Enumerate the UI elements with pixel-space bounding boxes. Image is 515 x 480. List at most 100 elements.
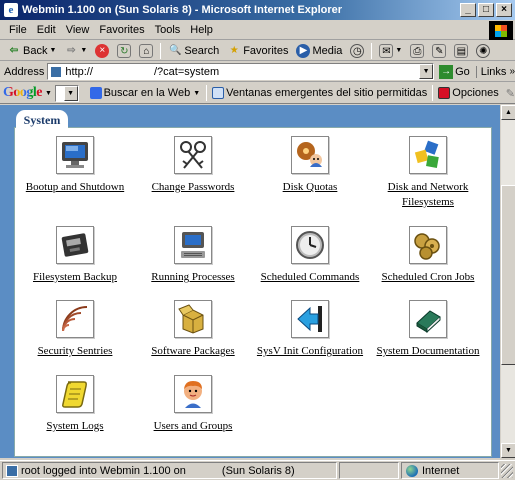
favorites-button[interactable]: ★ Favorites [224, 44, 291, 58]
menu-tools[interactable]: Tools [150, 24, 186, 36]
ie-logo-icon: e [4, 3, 18, 17]
menu-favorites[interactable]: Favorites [94, 24, 149, 36]
back-button[interactable]: ⇦ Back ▼ [4, 44, 59, 58]
discuss-button[interactable]: ▤ [451, 43, 471, 58]
home-button[interactable]: ⌂ [136, 43, 156, 58]
go-button[interactable]: → Go [439, 64, 470, 79]
module-label[interactable]: Scheduled Commands [261, 270, 360, 285]
keys-icon[interactable] [174, 136, 212, 174]
module-label[interactable]: Filesystem Backup [33, 270, 117, 285]
discuss-icon: ▤ [454, 43, 469, 58]
popup-blocker-button[interactable]: Ventanas emergentes del sitio permitidas [209, 87, 430, 99]
module-label[interactable]: Bootup and Shutdown [26, 180, 124, 195]
media-button[interactable]: ▶ Media [293, 43, 345, 58]
monitor-icon[interactable] [56, 136, 94, 174]
scroll-down-button[interactable]: ▼ [501, 443, 515, 458]
mail-dropdown-icon[interactable]: ▼ [395, 47, 402, 54]
module-label[interactable]: System Documentation [377, 344, 480, 359]
module-label[interactable]: Disk and Network Filesystems [373, 180, 483, 210]
scroll-icon[interactable] [56, 375, 94, 413]
module-scheduled-cron-jobs[interactable]: Scheduled Cron Jobs [373, 226, 483, 285]
media-icon: ▶ [296, 43, 311, 58]
vertical-scrollbar[interactable]: ▲ ▼ [500, 105, 515, 458]
module-bootup-and-shutdown[interactable]: Bootup and Shutdown [20, 136, 130, 195]
history-button[interactable]: ◷ [347, 43, 367, 58]
scroll-thumb[interactable] [501, 185, 515, 365]
module-security-sentries[interactable]: Security Sentries [20, 300, 130, 359]
stop-icon: × [95, 43, 110, 58]
minimize-button[interactable]: _ [460, 3, 476, 17]
tab-system[interactable]: System [16, 110, 68, 129]
google-separator [206, 85, 208, 101]
messenger-button[interactable]: ✺ [473, 43, 493, 58]
google-menu-dropdown-icon[interactable]: ▼ [45, 90, 52, 97]
module-system-documentation[interactable]: System Documentation [373, 300, 483, 359]
print-button[interactable]: ⎙ [407, 43, 427, 58]
computer-processes-icon[interactable] [174, 226, 212, 264]
user-face-icon[interactable] [174, 375, 212, 413]
resize-grip[interactable] [501, 463, 513, 478]
refresh-button[interactable]: ↻ [114, 43, 134, 58]
edit-button[interactable]: ✎ [429, 43, 449, 58]
close-button[interactable]: × [496, 3, 512, 17]
module-label[interactable]: Security Sentries [38, 344, 113, 359]
history-icon: ◷ [350, 43, 365, 58]
links-chevron-icon[interactable]: » [509, 66, 515, 77]
search-button[interactable]: 🔍 Search [165, 44, 222, 58]
module-change-passwords[interactable]: Change Passwords [138, 136, 248, 195]
back-dropdown-icon[interactable]: ▼ [49, 47, 56, 54]
stop-button[interactable]: × [92, 43, 112, 58]
google-search-web-button[interactable]: Buscar en la Web [87, 87, 194, 99]
menu-edit[interactable]: Edit [32, 24, 61, 36]
module-system-logs[interactable]: System Logs [20, 375, 130, 434]
signal-waves-icon[interactable] [56, 300, 94, 338]
package-box-icon[interactable] [174, 300, 212, 338]
clock-icon[interactable] [291, 226, 329, 264]
toolbar-separator [371, 42, 373, 59]
address-input[interactable]: http:// /?cat=system ▼ [47, 63, 435, 80]
google-logo[interactable]: Google [3, 85, 43, 101]
module-label[interactable]: Change Passwords [152, 180, 235, 195]
menu-help[interactable]: Help [185, 24, 218, 36]
network-filesystem-icon[interactable] [409, 136, 447, 174]
module-label[interactable]: Software Packages [151, 344, 234, 359]
google-search-web-dropdown-icon[interactable]: ▼ [193, 90, 200, 97]
google-search-input[interactable]: ▼ [54, 84, 79, 102]
module-label[interactable]: Scheduled Cron Jobs [382, 270, 475, 285]
links-button[interactable]: Links [475, 65, 506, 78]
module-sysv-init-configuration[interactable]: SysV Init Configuration [255, 300, 365, 359]
messenger-icon: ✺ [476, 43, 491, 58]
options-icon [438, 87, 451, 99]
module-label[interactable]: Users and Groups [154, 419, 233, 434]
forward-dropdown-icon[interactable]: ▼ [80, 47, 87, 54]
forward-arrow-icon: ⇨ [67, 44, 76, 56]
maximize-button[interactable]: □ [478, 3, 494, 17]
tape-drive-icon[interactable] [56, 226, 94, 264]
module-label[interactable]: System Logs [46, 419, 103, 434]
google-search-dropdown-button[interactable]: ▼ [63, 85, 78, 101]
address-dropdown-button[interactable]: ▼ [419, 64, 434, 79]
cron-gears-icon[interactable] [409, 226, 447, 264]
highlight-pencil-icon[interactable]: ✎ [506, 87, 515, 100]
arrow-left-icon[interactable] [291, 300, 329, 338]
module-label[interactable]: Running Processes [151, 270, 234, 285]
book-icon[interactable] [409, 300, 447, 338]
module-users-and-groups[interactable]: Users and Groups [138, 375, 248, 434]
module-filesystem-backup[interactable]: Filesystem Backup [20, 226, 130, 285]
mail-button[interactable]: ✉ ▼ [376, 43, 405, 58]
module-disk-and-network-filesystems[interactable]: Disk and Network Filesystems [373, 136, 483, 210]
module-disk-quotas[interactable]: Disk Quotas [255, 136, 365, 195]
menu-view[interactable]: View [61, 24, 95, 36]
module-running-processes[interactable]: Running Processes [138, 226, 248, 285]
google-options-button[interactable]: Opciones [435, 87, 501, 99]
disk-quota-icon[interactable] [291, 136, 329, 174]
module-label[interactable]: SysV Init Configuration [257, 344, 363, 359]
home-icon: ⌂ [139, 43, 154, 58]
scroll-up-button[interactable]: ▲ [501, 105, 515, 120]
forward-button[interactable]: ⇨ ▼ [61, 44, 90, 58]
status-bar: root logged into Webmin 1.100 on (Sun So… [0, 460, 515, 480]
module-software-packages[interactable]: Software Packages [138, 300, 248, 359]
menu-file[interactable]: File [4, 24, 32, 36]
module-label[interactable]: Disk Quotas [283, 180, 338, 195]
module-scheduled-commands[interactable]: Scheduled Commands [255, 226, 365, 285]
